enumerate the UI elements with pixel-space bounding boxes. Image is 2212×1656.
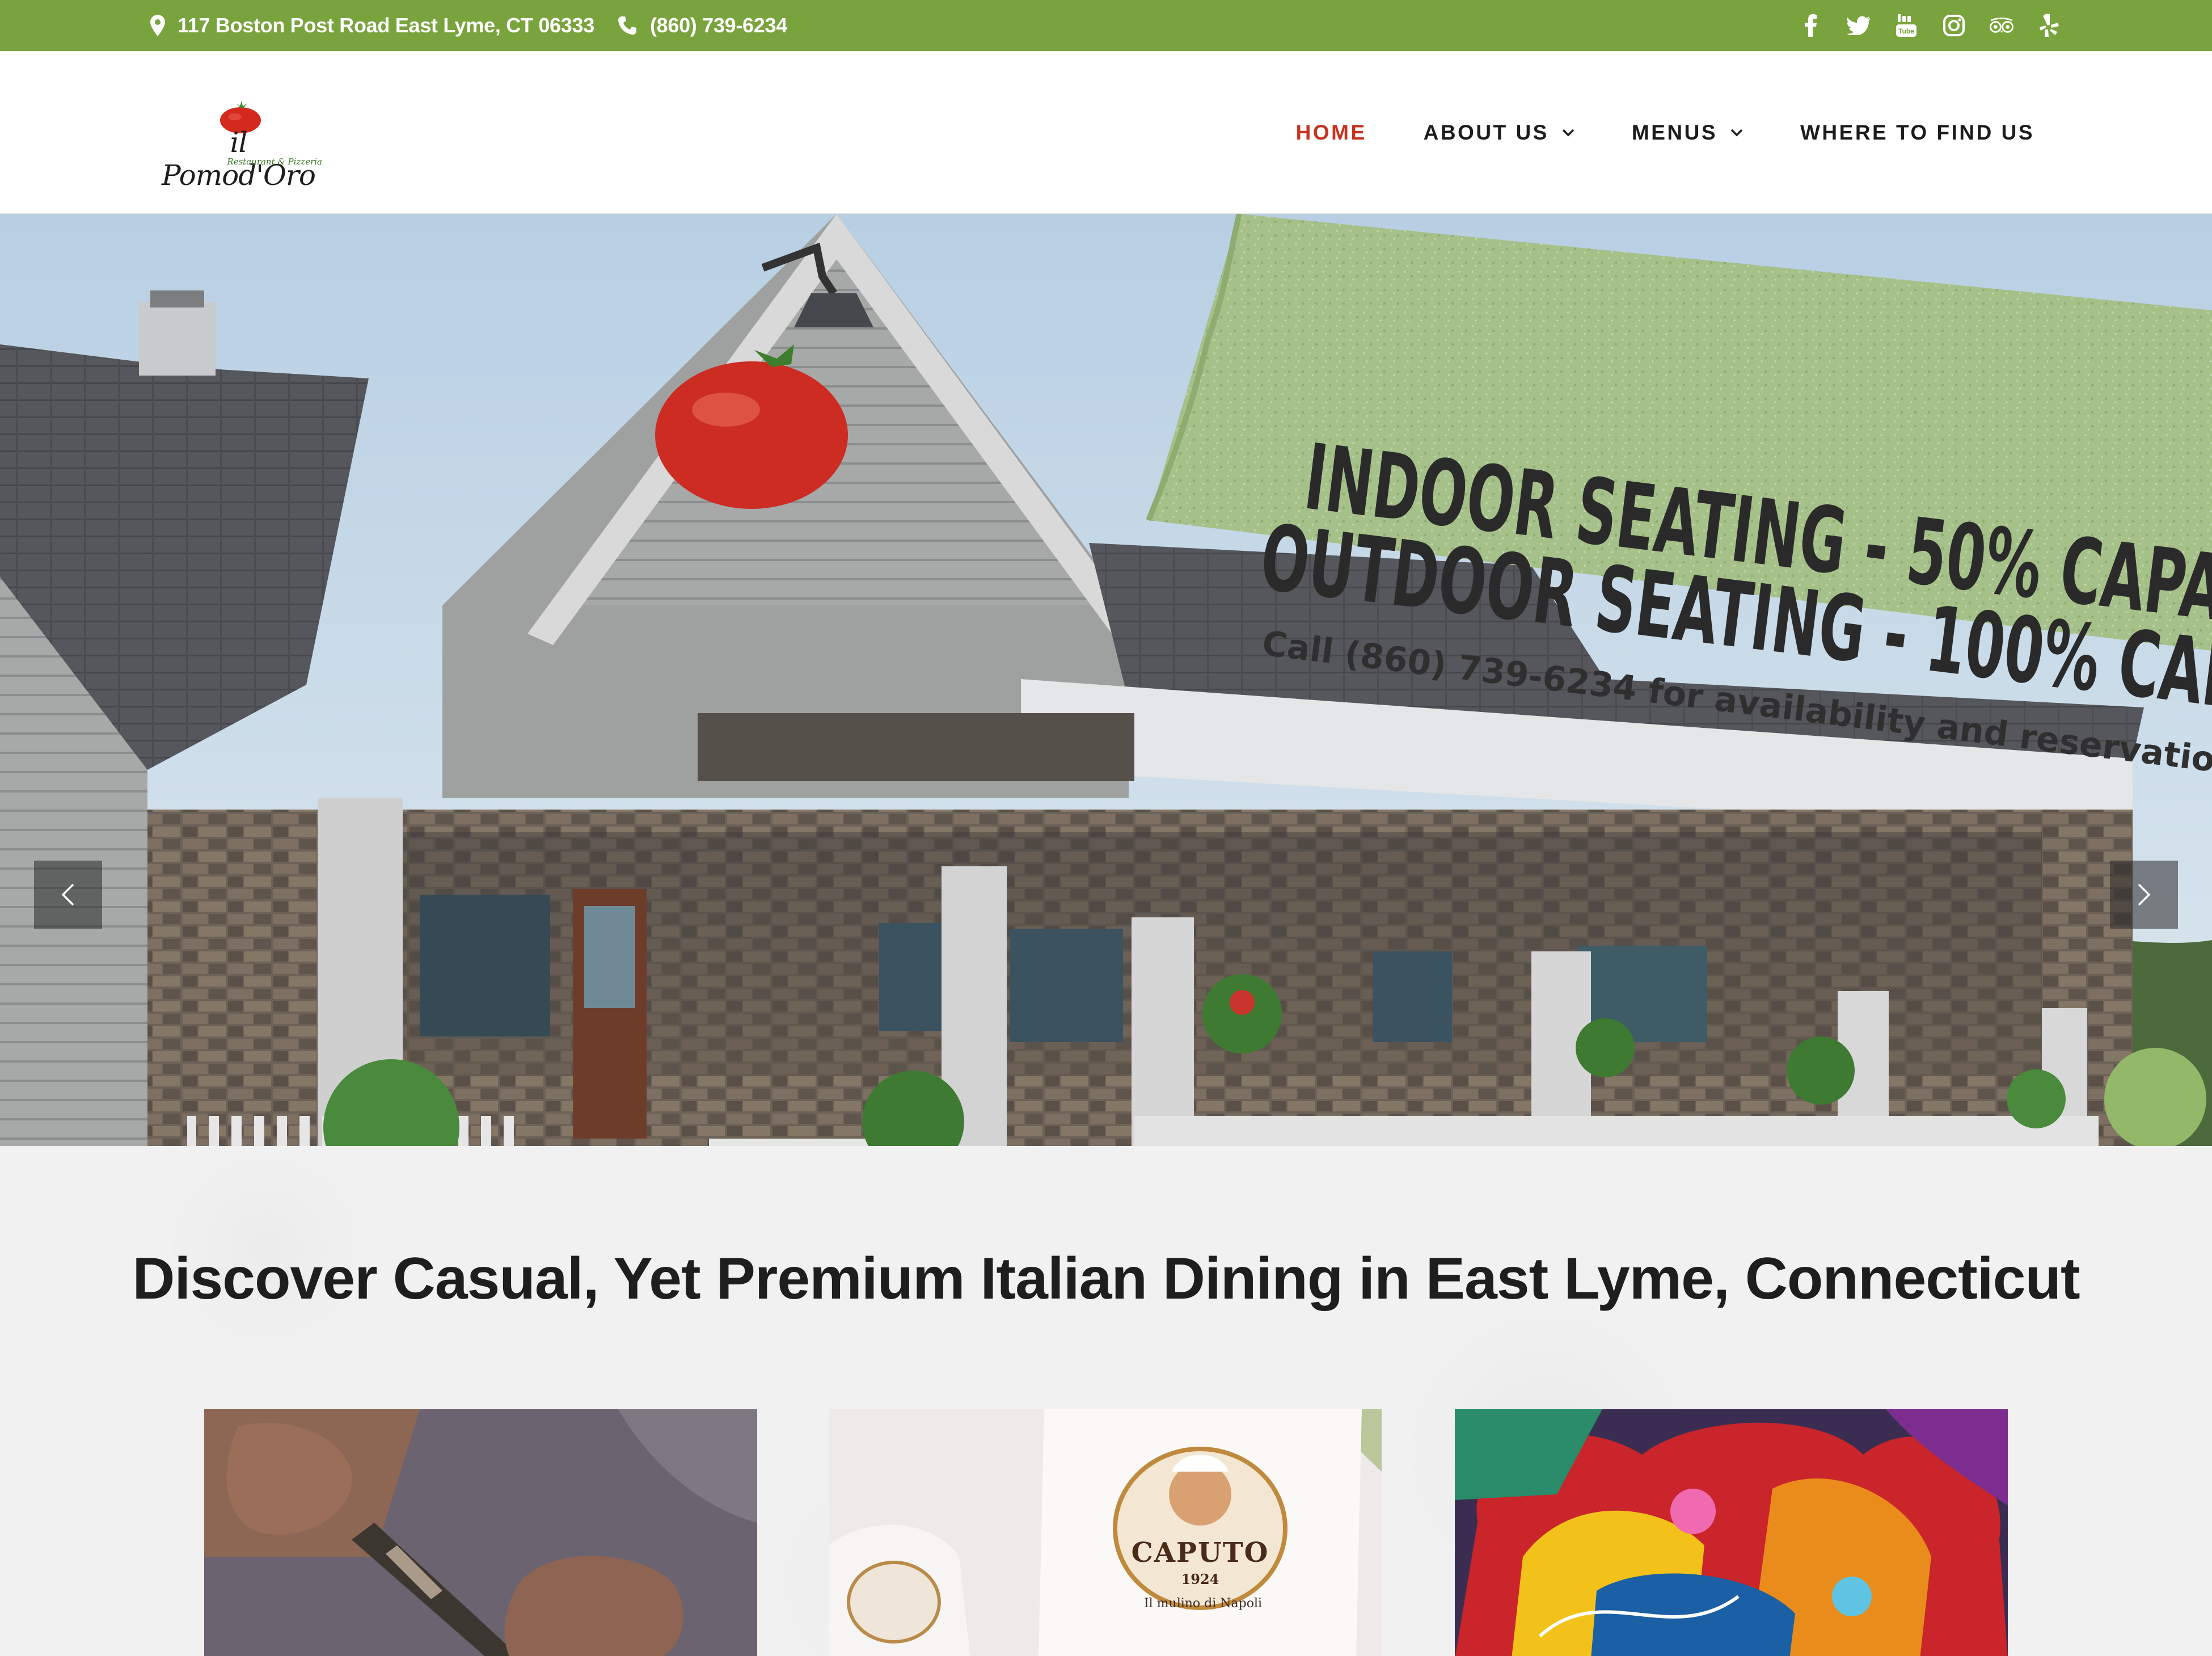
facebook-icon[interactable]	[1799, 13, 1823, 38]
logo-tagline: Restaurant & Pizzeria	[227, 157, 322, 167]
phone-text: (860) 739-6234	[649, 14, 787, 37]
contact-info: 117 Boston Post Road East Lyme, CT 06333…	[150, 0, 787, 51]
youtube-icon[interactable]: Tube	[1894, 13, 1919, 38]
nav-menus-label: MENUS	[1631, 120, 1717, 144]
caputo-flour-photo[interactable]: CAPUTO 1924 Il mulino di Napoli	[829, 1409, 1382, 1656]
tripadvisor-icon[interactable]	[1989, 13, 2014, 38]
address-text: 117 Boston Post Road East Lyme, CT 06333	[178, 14, 594, 37]
instagram-icon[interactable]	[1941, 13, 1966, 38]
caputo-subtitle-text: Il mulino di Napoli	[1143, 1596, 1263, 1611]
chef-cutting-photo[interactable]	[204, 1409, 757, 1656]
phone-icon	[618, 16, 636, 35]
intro-heading: Discover Casual, Yet Premium Italian Din…	[132, 1246, 2080, 1312]
address-item[interactable]: 117 Boston Post Road East Lyme, CT 06333	[150, 14, 594, 37]
caputo-year-text: 1924	[1181, 1571, 1219, 1587]
nav-menus[interactable]: MENUS	[1632, 121, 1744, 145]
site-header: il Pomod'Oro Restaurant & Pizzeria HOME …	[0, 51, 2212, 214]
chevron-left-icon	[61, 883, 74, 906]
nav-where-to-find-us[interactable]: WHERE TO FIND US	[1800, 121, 2034, 145]
yelp-icon[interactable]	[2037, 13, 2062, 38]
social-links: Tube	[1799, 0, 2062, 51]
chevron-down-icon	[1562, 129, 1574, 136]
slider-prev-button[interactable]	[34, 861, 102, 929]
chevron-down-icon	[1730, 129, 1743, 136]
chef-cutting-image	[204, 1409, 757, 1656]
main-nav: HOME ABOUT US MENUS WHERE TO FIND US	[1296, 51, 2034, 214]
map-pin-icon	[150, 15, 165, 36]
caputo-flour-image	[829, 1409, 1382, 1656]
site-logo[interactable]: il Pomod'Oro Restaurant & Pizzeria	[152, 101, 325, 192]
colorful-heart-painting-photo[interactable]	[1455, 1409, 2008, 1656]
nav-about-us-label: ABOUT US	[1423, 120, 1549, 144]
phone-item[interactable]: (860) 739-6234	[617, 14, 787, 37]
svg-text:Tube: Tube	[1898, 27, 1914, 35]
hero-slider[interactable]: INDOOR SEATING - 50% CAPACITY OUTDOOR SE…	[0, 214, 2212, 1146]
nav-about-us[interactable]: ABOUT US	[1424, 121, 1575, 145]
nav-home-label: HOME	[1295, 120, 1367, 144]
intro-section: Discover Casual, Yet Premium Italian Din…	[0, 1146, 2212, 1656]
chevron-right-icon	[2138, 883, 2151, 906]
nav-where-to-find-us-label: WHERE TO FIND US	[1800, 120, 2034, 144]
twitter-icon[interactable]	[1846, 13, 1871, 38]
slider-next-button[interactable]	[2110, 861, 2178, 929]
heart-painting-image	[1455, 1409, 2008, 1656]
top-contact-bar: 117 Boston Post Road East Lyme, CT 06333…	[0, 0, 2212, 51]
nav-home[interactable]: HOME	[1296, 121, 1367, 145]
caputo-brand-text: CAPUTO	[1131, 1537, 1269, 1569]
